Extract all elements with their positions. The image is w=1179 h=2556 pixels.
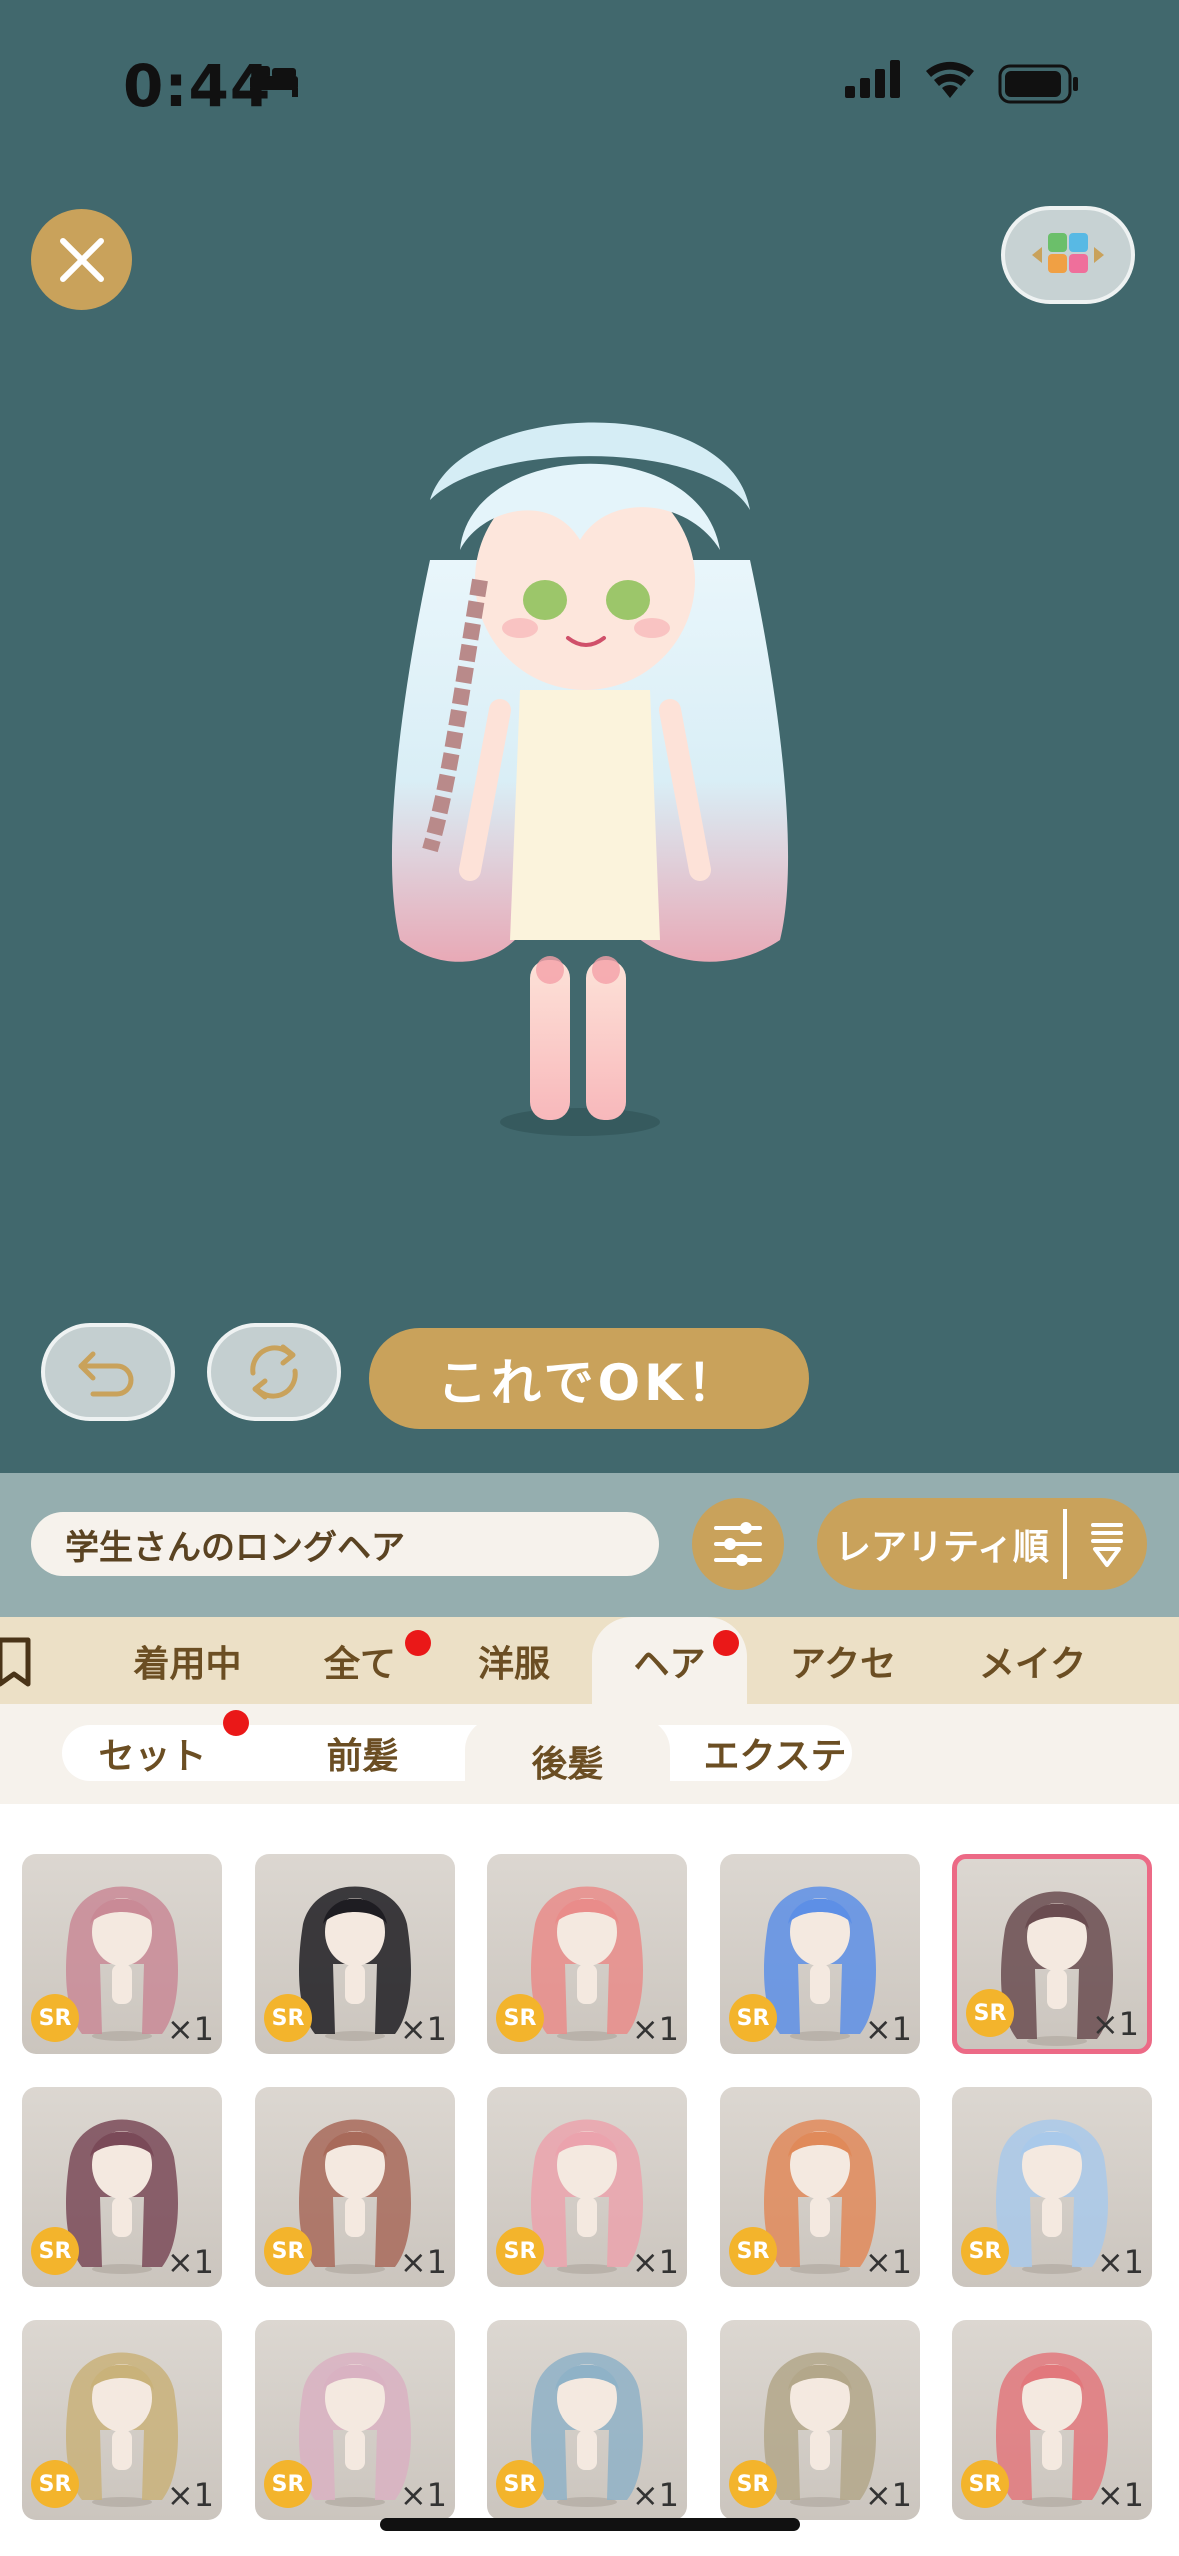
item-quantity: ×1 — [1091, 2005, 1139, 2043]
hair-item-tile[interactable]: SR ×1 — [952, 1854, 1152, 2054]
color-grid-icon — [1032, 233, 1104, 273]
hair-item-tile[interactable]: SR ×1 — [952, 2087, 1152, 2287]
confirm-ok-button[interactable]: これでOK！ — [369, 1328, 809, 1429]
rarity-badge: SR — [264, 2227, 312, 2275]
item-quantity: ×1 — [1096, 2243, 1144, 2281]
subtab-back-hair[interactable]: 後髪 — [465, 1718, 670, 1804]
rarity-badge: SR — [31, 1994, 79, 2042]
item-quantity: ×1 — [399, 2476, 447, 2514]
home-indicator — [380, 2518, 800, 2531]
sort-button[interactable]: レアリティ順 — [817, 1498, 1147, 1590]
bookmark-icon[interactable] — [0, 1636, 36, 1690]
undo-icon — [78, 1351, 134, 1397]
undo-button[interactable] — [41, 1323, 175, 1421]
hair-item-tile[interactable]: SR ×1 — [952, 2320, 1152, 2520]
hair-item-tile[interactable]: SR ×1 — [255, 1854, 455, 2054]
tab-all-notification-dot — [405, 1630, 431, 1656]
sliders-icon — [714, 1522, 762, 1566]
rarity-badge: SR — [729, 2227, 777, 2275]
hair-item-tile[interactable]: SR ×1 — [720, 1854, 920, 2054]
hair-item-tile[interactable]: SR ×1 — [487, 2087, 687, 2287]
close-button[interactable] — [31, 209, 132, 310]
subtab-front-hair[interactable]: 前髪 — [280, 1725, 445, 1781]
hair-item-tile[interactable]: SR ×1 — [22, 2087, 222, 2287]
rarity-badge: SR — [729, 1994, 777, 2042]
hair-item-tile[interactable]: SR ×1 — [487, 2320, 687, 2520]
rarity-badge: SR — [966, 1989, 1014, 2037]
item-grid: SR ×1 SR ×1 SR ×1 SR ×1 SR ×1 SR ×1 SR ×1 SR ×1 SR ×1 SR ×1… — [0, 1804, 1179, 2556]
hair-item-tile[interactable]: SR ×1 — [720, 2087, 920, 2287]
hair-item-tile[interactable]: SR ×1 — [255, 2320, 455, 2520]
subtab-extensions[interactable]: エクステ — [690, 1725, 860, 1781]
wardrobe-switch-button[interactable] — [1001, 206, 1135, 304]
wifi-icon — [926, 61, 974, 98]
hair-item-tile[interactable]: SR ×1 — [487, 1854, 687, 2054]
tab-all[interactable]: 全て — [295, 1617, 425, 1704]
sort-divider — [1062, 1509, 1067, 1579]
rarity-badge: SR — [961, 2460, 1009, 2508]
item-quantity: ×1 — [166, 2243, 214, 2281]
hair-item-tile[interactable]: SR ×1 — [22, 2320, 222, 2520]
item-quantity: ×1 — [166, 2010, 214, 2048]
refresh-icon — [250, 1344, 298, 1400]
hair-item-tile[interactable]: SR ×1 — [255, 2087, 455, 2287]
rarity-badge: SR — [264, 2460, 312, 2508]
item-quantity: ×1 — [399, 2010, 447, 2048]
rarity-badge: SR — [31, 2227, 79, 2275]
rarity-badge: SR — [264, 1994, 312, 2042]
reset-button[interactable] — [207, 1323, 341, 1421]
tab-accessories[interactable]: アクセ — [768, 1617, 918, 1704]
tab-hair-notification-dot — [713, 1630, 739, 1656]
battery-icon — [998, 64, 1078, 104]
sort-label: レアリティ順 — [835, 1527, 1049, 1568]
rarity-badge: SR — [729, 2460, 777, 2508]
rarity-badge: SR — [961, 2227, 1009, 2275]
rarity-badge: SR — [496, 1994, 544, 2042]
item-quantity: ×1 — [631, 2476, 679, 2514]
tab-clothes[interactable]: 洋服 — [455, 1617, 573, 1704]
tab-wearing[interactable]: 着用中 — [110, 1617, 265, 1704]
filter-button[interactable] — [692, 1498, 784, 1590]
close-icon — [59, 237, 104, 282]
selected-item-name: 学生さんのロングヘア — [31, 1512, 659, 1576]
item-quantity: ×1 — [864, 2476, 912, 2514]
rarity-badge: SR — [496, 2227, 544, 2275]
sort-order-icon — [1090, 1523, 1123, 1567]
subtab-set-notification-dot — [223, 1710, 249, 1736]
hair-item-tile[interactable]: SR ×1 — [720, 2320, 920, 2520]
cellular-signal-icon — [845, 60, 900, 98]
sleep-focus-icon — [250, 66, 298, 97]
item-quantity: ×1 — [1096, 2476, 1144, 2514]
item-quantity: ×1 — [864, 2243, 912, 2281]
item-quantity: ×1 — [631, 2243, 679, 2281]
item-quantity: ×1 — [864, 2010, 912, 2048]
item-quantity: ×1 — [399, 2243, 447, 2281]
tab-makeup[interactable]: メイク — [955, 1617, 1110, 1704]
item-quantity: ×1 — [631, 2010, 679, 2048]
hair-item-tile[interactable]: SR ×1 — [22, 1854, 222, 2054]
subtab-set[interactable]: セット — [70, 1725, 235, 1781]
rarity-badge: SR — [496, 2460, 544, 2508]
rarity-badge: SR — [31, 2460, 79, 2508]
item-quantity: ×1 — [166, 2476, 214, 2514]
avatar-character — [391, 422, 789, 1136]
